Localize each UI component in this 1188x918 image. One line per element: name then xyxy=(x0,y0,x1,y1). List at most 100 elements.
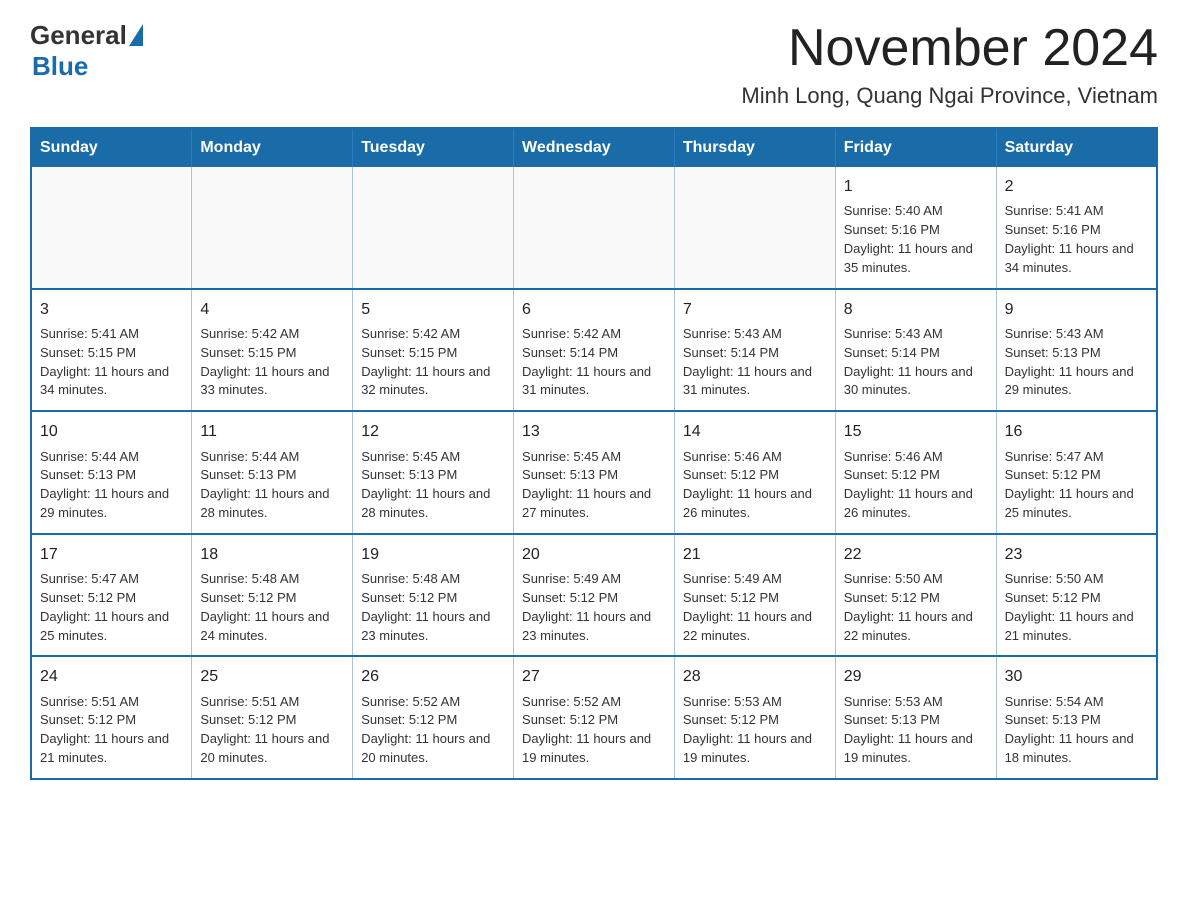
day-number: 2 xyxy=(1005,175,1148,198)
calendar-cell: 21 Sunrise: 5:49 AM Sunset: 5:12 PM Dayli… xyxy=(674,534,835,657)
day-number: 7 xyxy=(683,298,827,321)
calendar-cell: 25 Sunrise: 5:51 AM Sunset: 5:12 PM Dayli… xyxy=(192,656,353,779)
calendar-cell: 13 Sunrise: 5:45 AM Sunset: 5:13 PM Dayli… xyxy=(514,411,675,534)
day-info: Sunrise: 5:42 AM Sunset: 5:15 PM Dayligh… xyxy=(361,325,505,400)
calendar-cell: 14Sunrise: 5:46 AM Sunset: 5:12 PM Dayli… xyxy=(674,411,835,534)
calendar-cell: 18 Sunrise: 5:48 AM Sunset: 5:12 PM Dayli… xyxy=(192,534,353,657)
calendar-cell: 29 Sunrise: 5:53 AM Sunset: 5:13 PM Dayli… xyxy=(835,656,996,779)
day-header-sunday: Sunday xyxy=(31,128,192,167)
day-info: Sunrise: 5:51 AM Sunset: 5:12 PM Dayligh… xyxy=(40,693,183,768)
day-info: Sunrise: 5:44 AM Sunset: 5:13 PM Dayligh… xyxy=(200,448,344,523)
calendar-cell: 30 Sunrise: 5:54 AM Sunset: 5:13 PM Dayli… xyxy=(996,656,1157,779)
day-number: 10 xyxy=(40,420,183,443)
day-header-tuesday: Tuesday xyxy=(353,128,514,167)
calendar-cell: 16 Sunrise: 5:47 AM Sunset: 5:12 PM Dayli… xyxy=(996,411,1157,534)
logo-triangle-icon xyxy=(129,24,143,46)
day-info: Sunrise: 5:42 AM Sunset: 5:14 PM Dayligh… xyxy=(522,325,666,400)
calendar-table: SundayMondayTuesdayWednesdayThursdayFrid… xyxy=(30,127,1158,780)
day-info: Sunrise: 5:47 AM Sunset: 5:12 PM Dayligh… xyxy=(40,570,183,645)
day-number: 30 xyxy=(1005,665,1148,688)
day-number: 25 xyxy=(200,665,344,688)
calendar-cell xyxy=(353,167,514,289)
day-header-wednesday: Wednesday xyxy=(514,128,675,167)
day-number: 4 xyxy=(200,298,344,321)
day-number: 3 xyxy=(40,298,183,321)
day-number: 14 xyxy=(683,420,827,443)
day-info: Sunrise: 5:53 AM Sunset: 5:12 PM Dayligh… xyxy=(683,693,827,768)
day-number: 27 xyxy=(522,665,666,688)
calendar-cell xyxy=(192,167,353,289)
day-info: Sunrise: 5:43 AM Sunset: 5:14 PM Dayligh… xyxy=(844,325,988,400)
calendar-cell: 7 Sunrise: 5:43 AM Sunset: 5:14 PM Daylig… xyxy=(674,289,835,412)
calendar-cell: 9Sunrise: 5:43 AM Sunset: 5:13 PM Daylig… xyxy=(996,289,1157,412)
calendar-header-row: SundayMondayTuesdayWednesdayThursdayFrid… xyxy=(31,128,1157,167)
day-number: 19 xyxy=(361,543,505,566)
calendar-cell xyxy=(674,167,835,289)
day-info: Sunrise: 5:49 AM Sunset: 5:12 PM Dayligh… xyxy=(683,570,827,645)
day-header-thursday: Thursday xyxy=(674,128,835,167)
day-info: Sunrise: 5:53 AM Sunset: 5:13 PM Dayligh… xyxy=(844,693,988,768)
day-number: 5 xyxy=(361,298,505,321)
day-number: 28 xyxy=(683,665,827,688)
day-info: Sunrise: 5:45 AM Sunset: 5:13 PM Dayligh… xyxy=(522,448,666,523)
day-info: Sunrise: 5:46 AM Sunset: 5:12 PM Dayligh… xyxy=(844,448,988,523)
calendar-cell: 20 Sunrise: 5:49 AM Sunset: 5:12 PM Dayli… xyxy=(514,534,675,657)
calendar-cell: 2 Sunrise: 5:41 AM Sunset: 5:16 PM Daylig… xyxy=(996,167,1157,289)
day-number: 29 xyxy=(844,665,988,688)
day-number: 21 xyxy=(683,543,827,566)
calendar-cell: 10 Sunrise: 5:44 AM Sunset: 5:13 PM Dayli… xyxy=(31,411,192,534)
calendar-cell: 17Sunrise: 5:47 AM Sunset: 5:12 PM Dayli… xyxy=(31,534,192,657)
calendar-cell: 1 Sunrise: 5:40 AM Sunset: 5:16 PM Daylig… xyxy=(835,167,996,289)
day-info: Sunrise: 5:40 AM Sunset: 5:16 PM Dayligh… xyxy=(844,202,988,277)
calendar-cell: 6 Sunrise: 5:42 AM Sunset: 5:14 PM Daylig… xyxy=(514,289,675,412)
day-number: 13 xyxy=(522,420,666,443)
day-number: 16 xyxy=(1005,420,1148,443)
calendar-cell: 22 Sunrise: 5:50 AM Sunset: 5:12 PM Dayli… xyxy=(835,534,996,657)
day-number: 1 xyxy=(844,175,988,198)
day-info: Sunrise: 5:45 AM Sunset: 5:13 PM Dayligh… xyxy=(361,448,505,523)
calendar-cell: 11 Sunrise: 5:44 AM Sunset: 5:13 PM Dayli… xyxy=(192,411,353,534)
calendar-cell: 3 Sunrise: 5:41 AM Sunset: 5:15 PM Daylig… xyxy=(31,289,192,412)
logo-blue-text: Blue xyxy=(32,51,88,82)
day-info: Sunrise: 5:49 AM Sunset: 5:12 PM Dayligh… xyxy=(522,570,666,645)
day-info: Sunrise: 5:52 AM Sunset: 5:12 PM Dayligh… xyxy=(522,693,666,768)
calendar-cell: 5 Sunrise: 5:42 AM Sunset: 5:15 PM Daylig… xyxy=(353,289,514,412)
day-info: Sunrise: 5:48 AM Sunset: 5:12 PM Dayligh… xyxy=(200,570,344,645)
page-header: General Blue November 2024 Minh Long, Qu… xyxy=(30,20,1158,109)
day-header-friday: Friday xyxy=(835,128,996,167)
calendar-cell: 15 Sunrise: 5:46 AM Sunset: 5:12 PM Dayli… xyxy=(835,411,996,534)
day-info: Sunrise: 5:50 AM Sunset: 5:12 PM Dayligh… xyxy=(844,570,988,645)
calendar-week-1: 3 Sunrise: 5:41 AM Sunset: 5:15 PM Daylig… xyxy=(31,289,1157,412)
calendar-week-4: 24 Sunrise: 5:51 AM Sunset: 5:12 PM Dayli… xyxy=(31,656,1157,779)
day-info: Sunrise: 5:41 AM Sunset: 5:15 PM Dayligh… xyxy=(40,325,183,400)
calendar-cell xyxy=(31,167,192,289)
day-header-saturday: Saturday xyxy=(996,128,1157,167)
day-info: Sunrise: 5:47 AM Sunset: 5:12 PM Dayligh… xyxy=(1005,448,1148,523)
calendar-cell: 4Sunrise: 5:42 AM Sunset: 5:15 PM Daylig… xyxy=(192,289,353,412)
day-number: 15 xyxy=(844,420,988,443)
calendar-cell xyxy=(514,167,675,289)
day-number: 6 xyxy=(522,298,666,321)
calendar-week-3: 17Sunrise: 5:47 AM Sunset: 5:12 PM Dayli… xyxy=(31,534,1157,657)
day-info: Sunrise: 5:50 AM Sunset: 5:12 PM Dayligh… xyxy=(1005,570,1148,645)
month-title: November 2024 xyxy=(741,20,1158,77)
day-number: 18 xyxy=(200,543,344,566)
day-info: Sunrise: 5:52 AM Sunset: 5:12 PM Dayligh… xyxy=(361,693,505,768)
day-number: 8 xyxy=(844,298,988,321)
calendar-week-0: 1 Sunrise: 5:40 AM Sunset: 5:16 PM Daylig… xyxy=(31,167,1157,289)
day-info: Sunrise: 5:44 AM Sunset: 5:13 PM Dayligh… xyxy=(40,448,183,523)
day-info: Sunrise: 5:41 AM Sunset: 5:16 PM Dayligh… xyxy=(1005,202,1148,277)
day-number: 20 xyxy=(522,543,666,566)
day-number: 22 xyxy=(844,543,988,566)
day-number: 11 xyxy=(200,420,344,443)
day-info: Sunrise: 5:43 AM Sunset: 5:14 PM Dayligh… xyxy=(683,325,827,400)
day-info: Sunrise: 5:51 AM Sunset: 5:12 PM Dayligh… xyxy=(200,693,344,768)
day-number: 9 xyxy=(1005,298,1148,321)
calendar-cell: 19Sunrise: 5:48 AM Sunset: 5:12 PM Dayli… xyxy=(353,534,514,657)
calendar-cell: 27 Sunrise: 5:52 AM Sunset: 5:12 PM Dayli… xyxy=(514,656,675,779)
location-title: Minh Long, Quang Ngai Province, Vietnam xyxy=(741,83,1158,109)
calendar-cell: 8 Sunrise: 5:43 AM Sunset: 5:14 PM Daylig… xyxy=(835,289,996,412)
title-area: November 2024 Minh Long, Quang Ngai Prov… xyxy=(741,20,1158,109)
day-number: 24 xyxy=(40,665,183,688)
day-info: Sunrise: 5:54 AM Sunset: 5:13 PM Dayligh… xyxy=(1005,693,1148,768)
